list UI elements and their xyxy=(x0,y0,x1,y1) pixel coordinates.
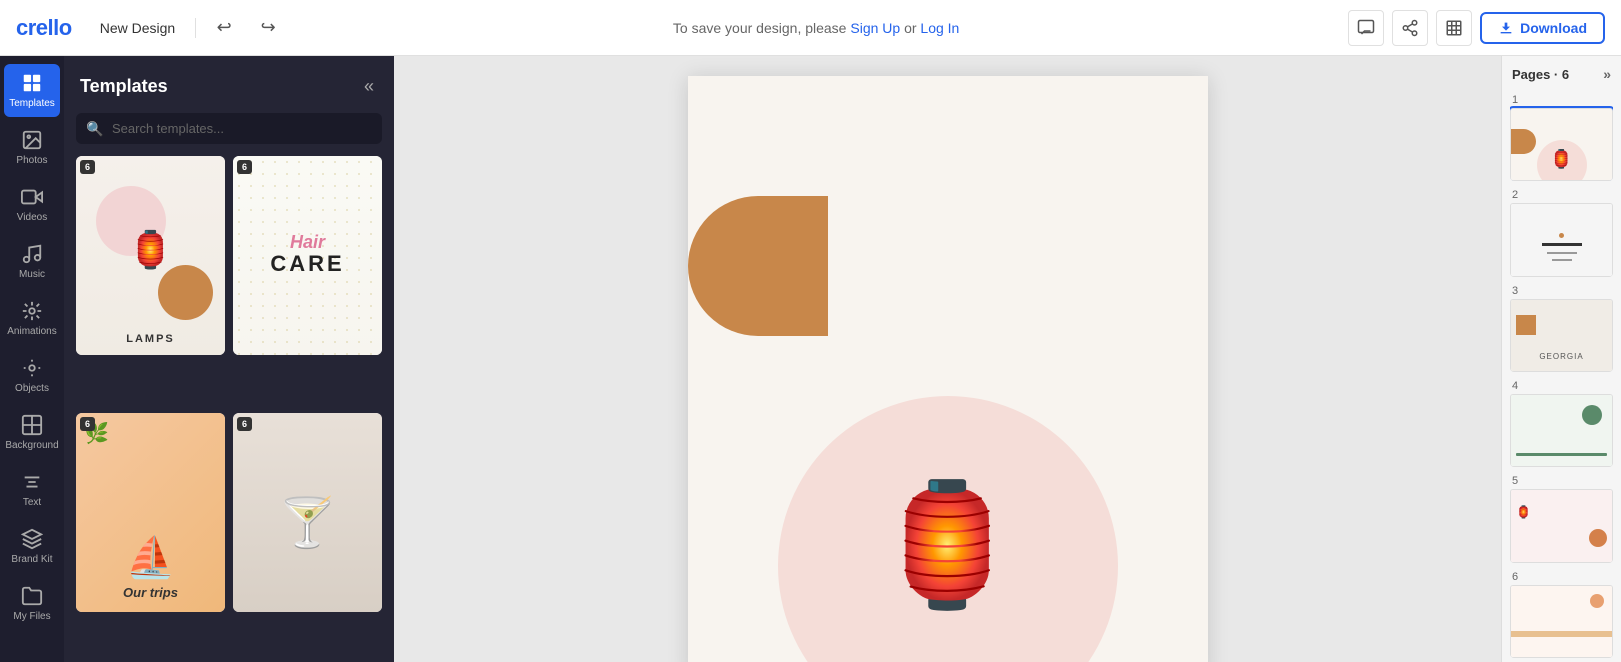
download-label: Download xyxy=(1520,20,1587,36)
page-thumb-4[interactable]: 4 xyxy=(1510,380,1613,467)
haircare-care-text: CARE xyxy=(270,251,344,277)
page-thumb-inner-3: GEORGIA xyxy=(1510,299,1613,372)
sidebar-label-videos: Videos xyxy=(17,212,47,223)
template-grid: 6 🏮 LAMPS 6 Hair CARE 6 xyxy=(64,156,394,662)
sidebar-label-photos: Photos xyxy=(16,155,47,166)
page-thumb-inner-4 xyxy=(1510,394,1613,467)
sidebar-item-objects[interactable]: Objects xyxy=(4,349,60,402)
sidebar-nav: Templates Photos Videos Music Animations… xyxy=(0,56,64,662)
sidebar-label-animations: Animations xyxy=(7,326,56,337)
template-badge-trips: 6 xyxy=(80,417,95,431)
page-thumb-inner-5: 🏮 xyxy=(1510,489,1613,562)
template-card-cocktail[interactable]: 6 🍸 xyxy=(233,413,382,612)
sidebar-item-photos[interactable]: Photos xyxy=(4,121,60,174)
cocktail-glass-icon: 🍸 xyxy=(278,494,338,551)
canvas-brown-half-shape xyxy=(688,196,828,336)
canvas-content: 🏮 xyxy=(688,76,1208,662)
main-layout: Templates Photos Videos Music Animations… xyxy=(0,56,1621,662)
search-input[interactable] xyxy=(76,113,382,144)
page-thumb-inner-1: 🏮 xyxy=(1510,108,1613,181)
pages-expand-button[interactable]: » xyxy=(1603,66,1611,82)
page-thumb-1[interactable]: 1 🏮 xyxy=(1510,94,1613,181)
sidebar-item-my-files[interactable]: My Files xyxy=(4,577,60,630)
lamps-circle-brown xyxy=(158,265,213,320)
pages-header: Pages · 6 » xyxy=(1502,56,1621,90)
resize-button[interactable] xyxy=(1436,10,1472,46)
sidebar-item-templates[interactable]: Templates xyxy=(4,64,60,117)
template-card-haircare[interactable]: 6 Hair CARE xyxy=(233,156,382,355)
trips-label: Our trips xyxy=(123,585,178,600)
sidebar-label-templates: Templates xyxy=(9,98,55,109)
trips-boat-icon: ⛵ xyxy=(126,534,176,581)
page-num-3: 3 xyxy=(1510,285,1613,297)
lamps-label: LAMPS xyxy=(126,333,175,345)
pages-title: Pages · 6 xyxy=(1512,67,1569,82)
page-thumb-2[interactable]: 2 xyxy=(1510,189,1613,276)
page-thumb-inner-6 xyxy=(1510,585,1613,658)
topbar-center-message: To save your design, please Sign Up or L… xyxy=(296,20,1336,36)
sidebar-label-brand-kit: Brand Kit xyxy=(11,554,52,565)
save-message-text: To save your design, please xyxy=(673,20,847,36)
undo-button[interactable]: ↩ xyxy=(208,12,240,44)
logo: crello xyxy=(16,15,72,41)
page-num-4: 4 xyxy=(1510,380,1613,392)
logo-text: crello xyxy=(16,15,72,41)
haircare-hair-text: Hair xyxy=(290,233,325,251)
redo-button[interactable]: ↪ xyxy=(252,12,284,44)
canvas-area[interactable]: 🏮 xyxy=(394,56,1501,662)
topbar: crello New Design ↩ ↪ To save your desig… xyxy=(0,0,1621,56)
sidebar-label-text: Text xyxy=(23,497,41,508)
sidebar-item-videos[interactable]: Videos xyxy=(4,178,60,231)
canvas-lamp-icon: 🏮 xyxy=(873,476,1022,616)
template-badge-lamps: 6 xyxy=(80,160,95,174)
sign-up-link[interactable]: Sign Up xyxy=(850,20,900,36)
log-in-link[interactable]: Log In xyxy=(920,20,959,36)
download-button[interactable]: Download xyxy=(1480,12,1605,44)
sidebar-label-objects: Objects xyxy=(15,383,49,394)
sidebar-item-animations[interactable]: Animations xyxy=(4,292,60,345)
sidebar-item-music[interactable]: Music xyxy=(4,235,60,288)
pages-panel: Pages · 6 » 1 🏮 2 xyxy=(1501,56,1621,662)
topbar-separator xyxy=(195,18,196,38)
panel-collapse-button[interactable]: « xyxy=(360,72,378,101)
sidebar-item-background[interactable]: Background xyxy=(4,406,60,459)
page-num-5: 5 xyxy=(1510,475,1613,487)
page-num-6: 6 xyxy=(1510,571,1613,583)
search-box: 🔍 xyxy=(76,113,382,144)
page-thumb-3[interactable]: 3 GEORGIA xyxy=(1510,285,1613,372)
or-text: or xyxy=(904,20,916,36)
template-card-trips[interactable]: 6 🌿 ⛵ Our trips xyxy=(76,413,225,612)
search-icon: 🔍 xyxy=(86,120,103,137)
templates-panel: Templates « 🔍 6 🏮 LAMPS 6 xyxy=(64,56,394,662)
page-thumb-5[interactable]: 5 🏮 xyxy=(1510,475,1613,562)
page-num-2: 2 xyxy=(1510,189,1613,201)
page-thumb-inner-2 xyxy=(1510,203,1613,276)
topbar-right-actions: Download xyxy=(1348,10,1605,46)
sidebar-label-music: Music xyxy=(19,269,45,280)
panel-title: Templates xyxy=(80,76,168,97)
canvas-page: 🏮 xyxy=(688,76,1208,662)
template-card-lamps[interactable]: 6 🏮 LAMPS xyxy=(76,156,225,355)
template-badge-cocktail: 6 xyxy=(237,417,252,431)
template-badge-haircare: 6 xyxy=(237,160,252,174)
sidebar-item-brand-kit[interactable]: Brand Kit xyxy=(4,520,60,573)
page-thumb-6[interactable]: 6 xyxy=(1510,571,1613,658)
new-design-button[interactable]: New Design xyxy=(92,16,183,40)
page-num-1: 1 xyxy=(1510,94,1613,106)
sidebar-label-my-files: My Files xyxy=(13,611,50,622)
panel-header: Templates « xyxy=(64,56,394,113)
lamps-lamp-icon: 🏮 xyxy=(128,229,173,271)
comment-button[interactable] xyxy=(1348,10,1384,46)
sidebar-item-text[interactable]: Text xyxy=(4,463,60,516)
share-button[interactable] xyxy=(1392,10,1428,46)
sidebar-label-background: Background xyxy=(5,440,58,451)
